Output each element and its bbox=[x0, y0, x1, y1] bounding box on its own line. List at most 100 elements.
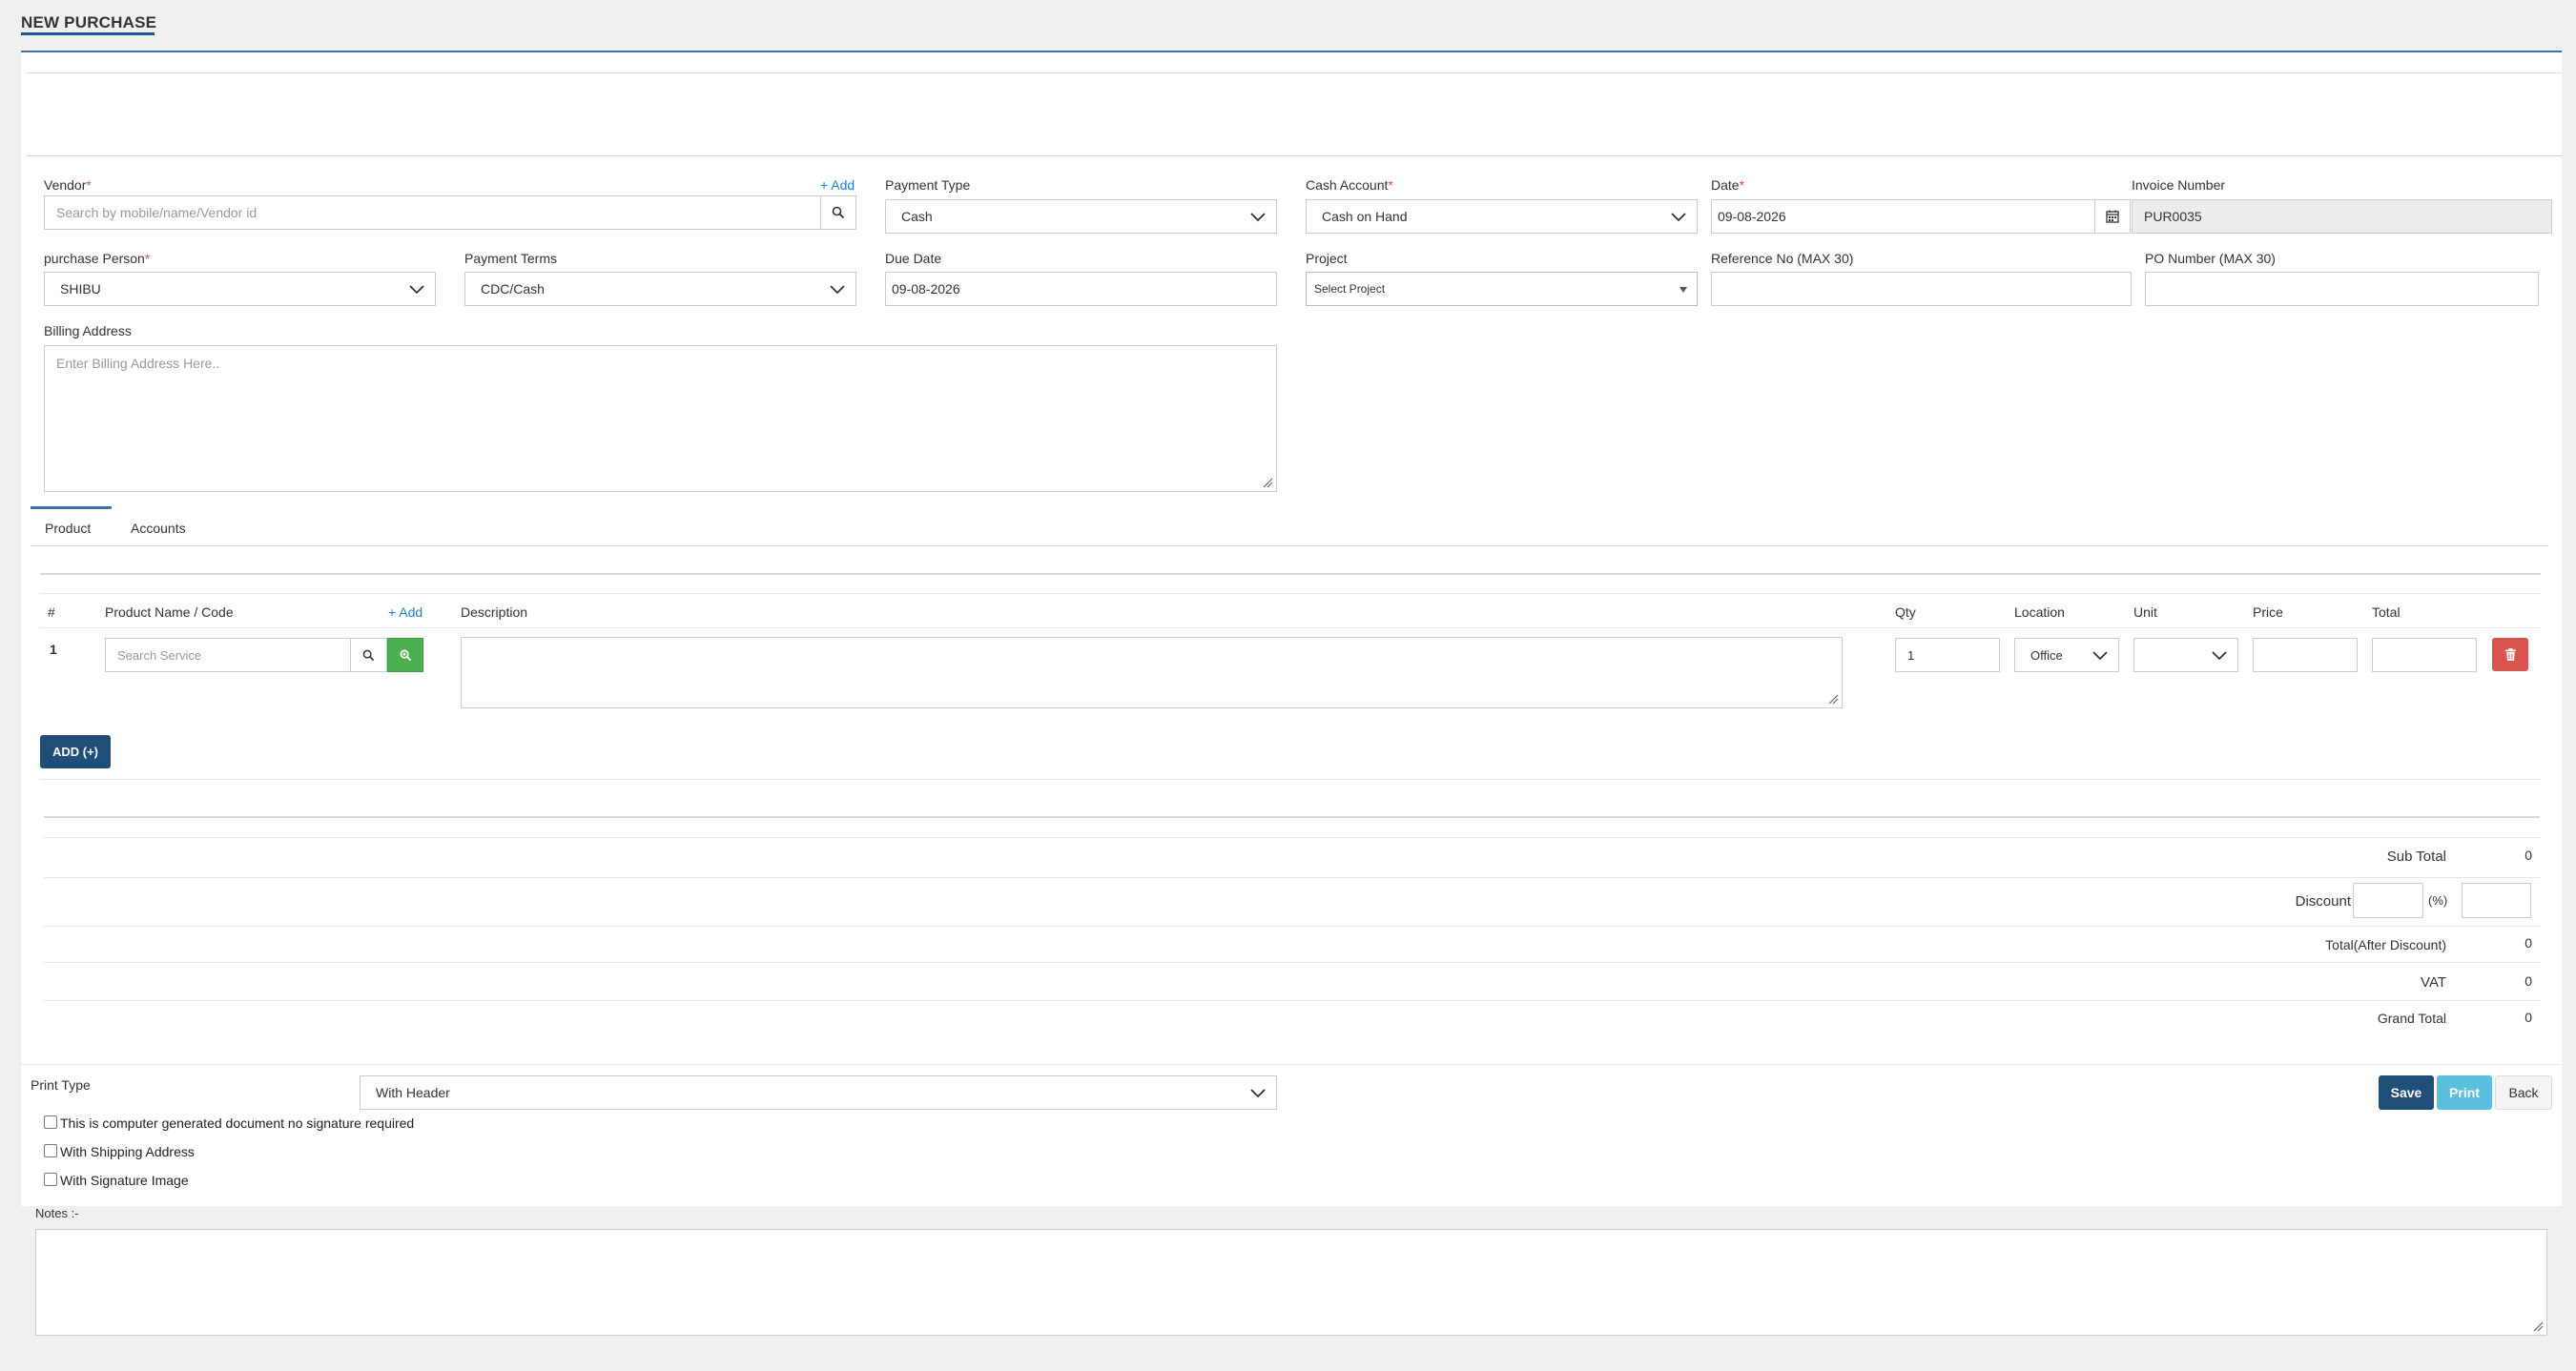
project-value: Select Project bbox=[1314, 282, 1386, 296]
notes-label: Notes :- bbox=[35, 1206, 79, 1220]
reference-no-label: Reference No (MAX 30) bbox=[1711, 251, 1854, 266]
divider bbox=[40, 627, 2541, 628]
add-row-button[interactable]: ADD (+) bbox=[40, 735, 111, 768]
payment-type-value: Cash bbox=[901, 209, 933, 224]
save-button[interactable]: Save bbox=[2379, 1075, 2434, 1110]
vat-label: VAT bbox=[2421, 974, 2446, 991]
shipping-address-label: With Shipping Address bbox=[60, 1144, 195, 1159]
resize-handle-icon[interactable] bbox=[1262, 477, 1273, 488]
unit-select[interactable] bbox=[2133, 638, 2238, 672]
vendor-search-button[interactable] bbox=[820, 195, 856, 230]
location-value: Office bbox=[2030, 647, 2063, 663]
no-signature-checkbox[interactable] bbox=[44, 1115, 57, 1129]
cash-account-select[interactable]: Cash on Hand bbox=[1306, 199, 1698, 234]
chevron-down-icon bbox=[2092, 651, 2108, 661]
billing-address-placeholder: Enter Billing Address Here.. bbox=[56, 356, 220, 371]
price-input[interactable] bbox=[2253, 638, 2358, 672]
col-total-header: Total bbox=[2372, 604, 2401, 620]
delete-row-button[interactable] bbox=[2492, 638, 2528, 671]
divider bbox=[44, 877, 2540, 878]
date-input[interactable]: 09-08-2026 bbox=[1711, 199, 2095, 234]
divider bbox=[40, 593, 2541, 594]
divider bbox=[44, 962, 2540, 963]
project-select[interactable]: Select Project bbox=[1306, 272, 1698, 306]
payment-type-select[interactable]: Cash bbox=[885, 199, 1277, 234]
reference-no-input[interactable] bbox=[1711, 272, 2132, 306]
divider bbox=[40, 573, 2541, 575]
chevron-down-icon bbox=[409, 285, 424, 295]
print-type-select[interactable]: With Header bbox=[360, 1075, 1277, 1110]
shipping-address-checkbox[interactable] bbox=[44, 1144, 57, 1157]
col-index-header: # bbox=[48, 604, 55, 620]
invoice-number-label: Invoice Number bbox=[2132, 177, 2226, 193]
product-search-button[interactable] bbox=[350, 638, 387, 672]
description-textarea[interactable] bbox=[461, 637, 1843, 708]
purchase-person-label: purchase Person* bbox=[44, 251, 151, 266]
zoom-search-icon bbox=[400, 649, 411, 661]
chevron-down-icon bbox=[1250, 213, 1266, 222]
due-date-label: Due Date bbox=[885, 251, 942, 266]
divider bbox=[27, 155, 2562, 156]
due-date-input[interactable]: 09-08-2026 bbox=[885, 272, 1277, 306]
total-after-discount-value: 0 bbox=[2524, 935, 2532, 951]
row-index: 1 bbox=[50, 642, 57, 657]
back-button[interactable]: Back bbox=[2495, 1075, 2552, 1110]
sub-total-label: Sub Total bbox=[2386, 849, 2446, 865]
resize-handle-icon[interactable] bbox=[2532, 1320, 2544, 1332]
po-number-input[interactable] bbox=[2145, 272, 2539, 306]
notes-textarea[interactable] bbox=[35, 1229, 2547, 1336]
location-select[interactable]: Office bbox=[2014, 638, 2119, 672]
print-button[interactable]: Print bbox=[2437, 1075, 2492, 1110]
purchase-person-select[interactable]: SHIBU bbox=[44, 272, 436, 306]
product-search-input[interactable]: Search Service bbox=[105, 638, 351, 672]
invoice-number-input: PUR0035 bbox=[2132, 199, 2552, 234]
add-product-link[interactable]: + Add bbox=[388, 604, 422, 620]
col-product-header: Product Name / Code bbox=[105, 604, 234, 620]
page-title: NEW PURCHASE bbox=[21, 13, 157, 31]
search-icon bbox=[832, 206, 845, 219]
discount-amount-input[interactable] bbox=[2462, 883, 2531, 918]
print-type-value: With Header bbox=[376, 1085, 450, 1100]
discount-label: Discount bbox=[2295, 893, 2351, 910]
print-type-label: Print Type bbox=[31, 1077, 91, 1093]
divider bbox=[21, 1064, 2562, 1065]
project-label: Project bbox=[1306, 251, 1348, 266]
grand-total-label: Grand Total bbox=[2377, 1011, 2446, 1026]
col-price-header: Price bbox=[2253, 604, 2283, 620]
trash-icon bbox=[2504, 648, 2516, 661]
divider bbox=[44, 1000, 2540, 1001]
active-tab-indicator bbox=[31, 506, 112, 509]
signature-image-checkbox[interactable] bbox=[44, 1173, 57, 1186]
cash-account-label: Cash Account* bbox=[1306, 177, 1393, 193]
chevron-down-icon bbox=[1250, 1089, 1266, 1098]
total-after-discount-label: Total(After Discount) bbox=[2325, 937, 2446, 952]
payment-terms-label: Payment Terms bbox=[464, 251, 557, 266]
add-vendor-link[interactable]: + Add bbox=[820, 177, 855, 193]
vendor-search-input[interactable]: Search by mobile/name/Vendor id bbox=[44, 195, 821, 230]
qty-input[interactable]: 1 bbox=[1895, 638, 2000, 672]
chevron-down-icon bbox=[1671, 213, 1686, 222]
no-signature-label: This is computer generated document no s… bbox=[60, 1115, 415, 1131]
divider bbox=[44, 926, 2540, 927]
po-number-label: PO Number (MAX 30) bbox=[2145, 251, 2276, 266]
divider bbox=[31, 545, 2548, 546]
resize-handle-icon[interactable] bbox=[1827, 693, 1839, 705]
discount-percent-input[interactable] bbox=[2353, 883, 2423, 918]
date-label: Date* bbox=[1711, 177, 1745, 193]
payment-type-label: Payment Type bbox=[885, 177, 971, 193]
date-picker-button[interactable] bbox=[2094, 199, 2131, 234]
vat-value: 0 bbox=[2524, 973, 2532, 989]
divider bbox=[27, 72, 2562, 73]
tab-product[interactable]: Product bbox=[45, 521, 91, 536]
col-qty-header: Qty bbox=[1895, 604, 1916, 620]
product-advanced-search-button[interactable] bbox=[387, 638, 423, 672]
col-location-header: Location bbox=[2014, 604, 2065, 620]
cash-account-value: Cash on Hand bbox=[1322, 209, 1408, 224]
chevron-down-icon bbox=[830, 285, 845, 295]
calendar-icon bbox=[2106, 210, 2119, 223]
divider bbox=[40, 779, 2541, 780]
billing-address-textarea[interactable]: Enter Billing Address Here.. bbox=[44, 345, 1277, 492]
payment-terms-select[interactable]: CDC/Cash bbox=[464, 272, 856, 306]
total-input[interactable] bbox=[2372, 638, 2477, 672]
tab-accounts[interactable]: Accounts bbox=[131, 521, 186, 536]
